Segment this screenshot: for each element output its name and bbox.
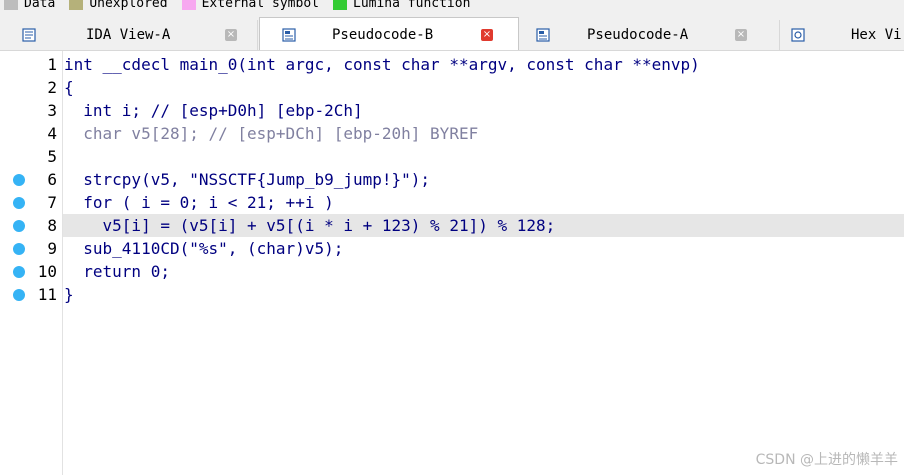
watermark: CSDN @上进的懒羊羊: [755, 452, 898, 468]
legend-item-unexplored: Unexplored: [65, 0, 168, 11]
breakpoint-dot-icon[interactable]: [13, 289, 25, 301]
code-line[interactable]: 2 {: [0, 76, 904, 99]
close-icon[interactable]: ×: [481, 28, 493, 41]
legend-label: Unexplored: [89, 0, 168, 11]
close-icon[interactable]: ×: [735, 29, 747, 41]
external-symbol-swatch-icon: [181, 0, 196, 10]
unexplored-swatch-icon: [69, 0, 84, 10]
code-line[interactable]: 11 }: [0, 283, 904, 306]
color-legend: Data Unexplored External symbol Lumina f…: [0, 0, 904, 14]
tab-pseudocode-b[interactable]: Pseudocode-B ×: [259, 17, 519, 50]
code-line[interactable]: 6 strcpy(v5, "NSSCTF{Jump_b9_jump!}");: [0, 168, 904, 191]
code-line[interactable]: 3 int i; // [esp+D0h] [ebp-2Ch]: [0, 99, 904, 122]
code-text[interactable]: {: [64, 76, 74, 99]
lumina-function-swatch-icon: [333, 0, 347, 10]
close-icon[interactable]: ×: [225, 29, 237, 41]
pseudocode-view-icon: [536, 28, 550, 42]
code-line[interactable]: 4 char v5[28]; // [esp+DCh] [ebp-20h] BY…: [0, 122, 904, 145]
line-number: 5: [47, 147, 57, 166]
view-tab-bar: IDA View-A × Pseudocode-B × Pseudocode-A…: [0, 14, 904, 51]
legend-item-lumina-function: Lumina function: [329, 0, 470, 11]
tab-label: IDA View-A: [86, 27, 171, 43]
breakpoint-dot-icon[interactable]: [13, 220, 25, 232]
code-text[interactable]: int i; // [esp+D0h] [ebp-2Ch]: [64, 99, 362, 122]
tab-label: Hex Vi: [851, 27, 902, 43]
legend-label: External symbol: [201, 0, 319, 11]
code-line[interactable]: 1 int __cdecl main_0(int argc, const cha…: [0, 53, 904, 76]
code-text[interactable]: int __cdecl main_0(int argc, const char …: [64, 53, 700, 76]
legend-label: Data: [24, 0, 56, 11]
code-text[interactable]: v5[i] = (v5[i] + v5[(i * i + 123) % 21])…: [64, 214, 556, 237]
line-number: 8: [47, 216, 57, 235]
breakpoint-dot-icon[interactable]: [13, 243, 25, 255]
breakpoint-dot-icon[interactable]: [13, 197, 25, 209]
code-text[interactable]: sub_4110CD("%s", (char)v5);: [64, 237, 343, 260]
code-text[interactable]: char v5[28]; // [esp+DCh] [ebp-20h] BYRE…: [64, 122, 478, 145]
line-number: 11: [37, 285, 57, 304]
code-text[interactable]: for ( i = 0; i < 21; ++i ): [64, 191, 333, 214]
line-number: 3: [47, 101, 57, 120]
code-text[interactable]: strcpy(v5, "NSSCTF{Jump_b9_jump!}");: [64, 168, 430, 191]
code-text[interactable]: }: [64, 283, 74, 306]
code-line[interactable]: 8 v5[i] = (v5[i] + v5[(i * i + 123) % 21…: [0, 214, 904, 237]
hex-view-icon: [791, 28, 805, 42]
legend-label: Lumina function: [353, 0, 471, 11]
legend-item-external-symbol: External symbol: [178, 0, 319, 11]
breakpoint-dot-icon[interactable]: [13, 266, 25, 278]
tab-pseudocode-a[interactable]: Pseudocode-A ×: [520, 20, 780, 50]
breakpoint-dot-icon[interactable]: [13, 174, 25, 186]
line-number: 2: [47, 78, 57, 97]
line-number: 7: [47, 193, 57, 212]
line-number: 6: [47, 170, 57, 189]
pseudocode-view-icon: [282, 27, 296, 42]
code-line[interactable]: 5: [0, 145, 904, 168]
tab-ida-view-a[interactable]: IDA View-A ×: [0, 20, 258, 50]
tab-label: Pseudocode-A: [587, 27, 689, 43]
pseudocode-editor[interactable]: 1 int __cdecl main_0(int argc, const cha…: [0, 51, 904, 475]
code-line[interactable]: 10 return 0;: [0, 260, 904, 283]
line-number: 4: [47, 124, 57, 143]
line-number: 9: [47, 239, 57, 258]
data-swatch-icon: [4, 0, 18, 10]
code-line[interactable]: 9 sub_4110CD("%s", (char)v5);: [0, 237, 904, 260]
disassembly-view-icon: [22, 28, 36, 42]
code-line[interactable]: 7 for ( i = 0; i < 21; ++i ): [0, 191, 904, 214]
tab-hex-view[interactable]: Hex Vi: [781, 20, 904, 50]
line-number: 10: [37, 262, 57, 281]
legend-item-data: Data: [0, 0, 55, 11]
code-text[interactable]: return 0;: [64, 260, 170, 283]
tab-label: Pseudocode-B: [332, 26, 434, 43]
line-number: 1: [47, 55, 57, 74]
